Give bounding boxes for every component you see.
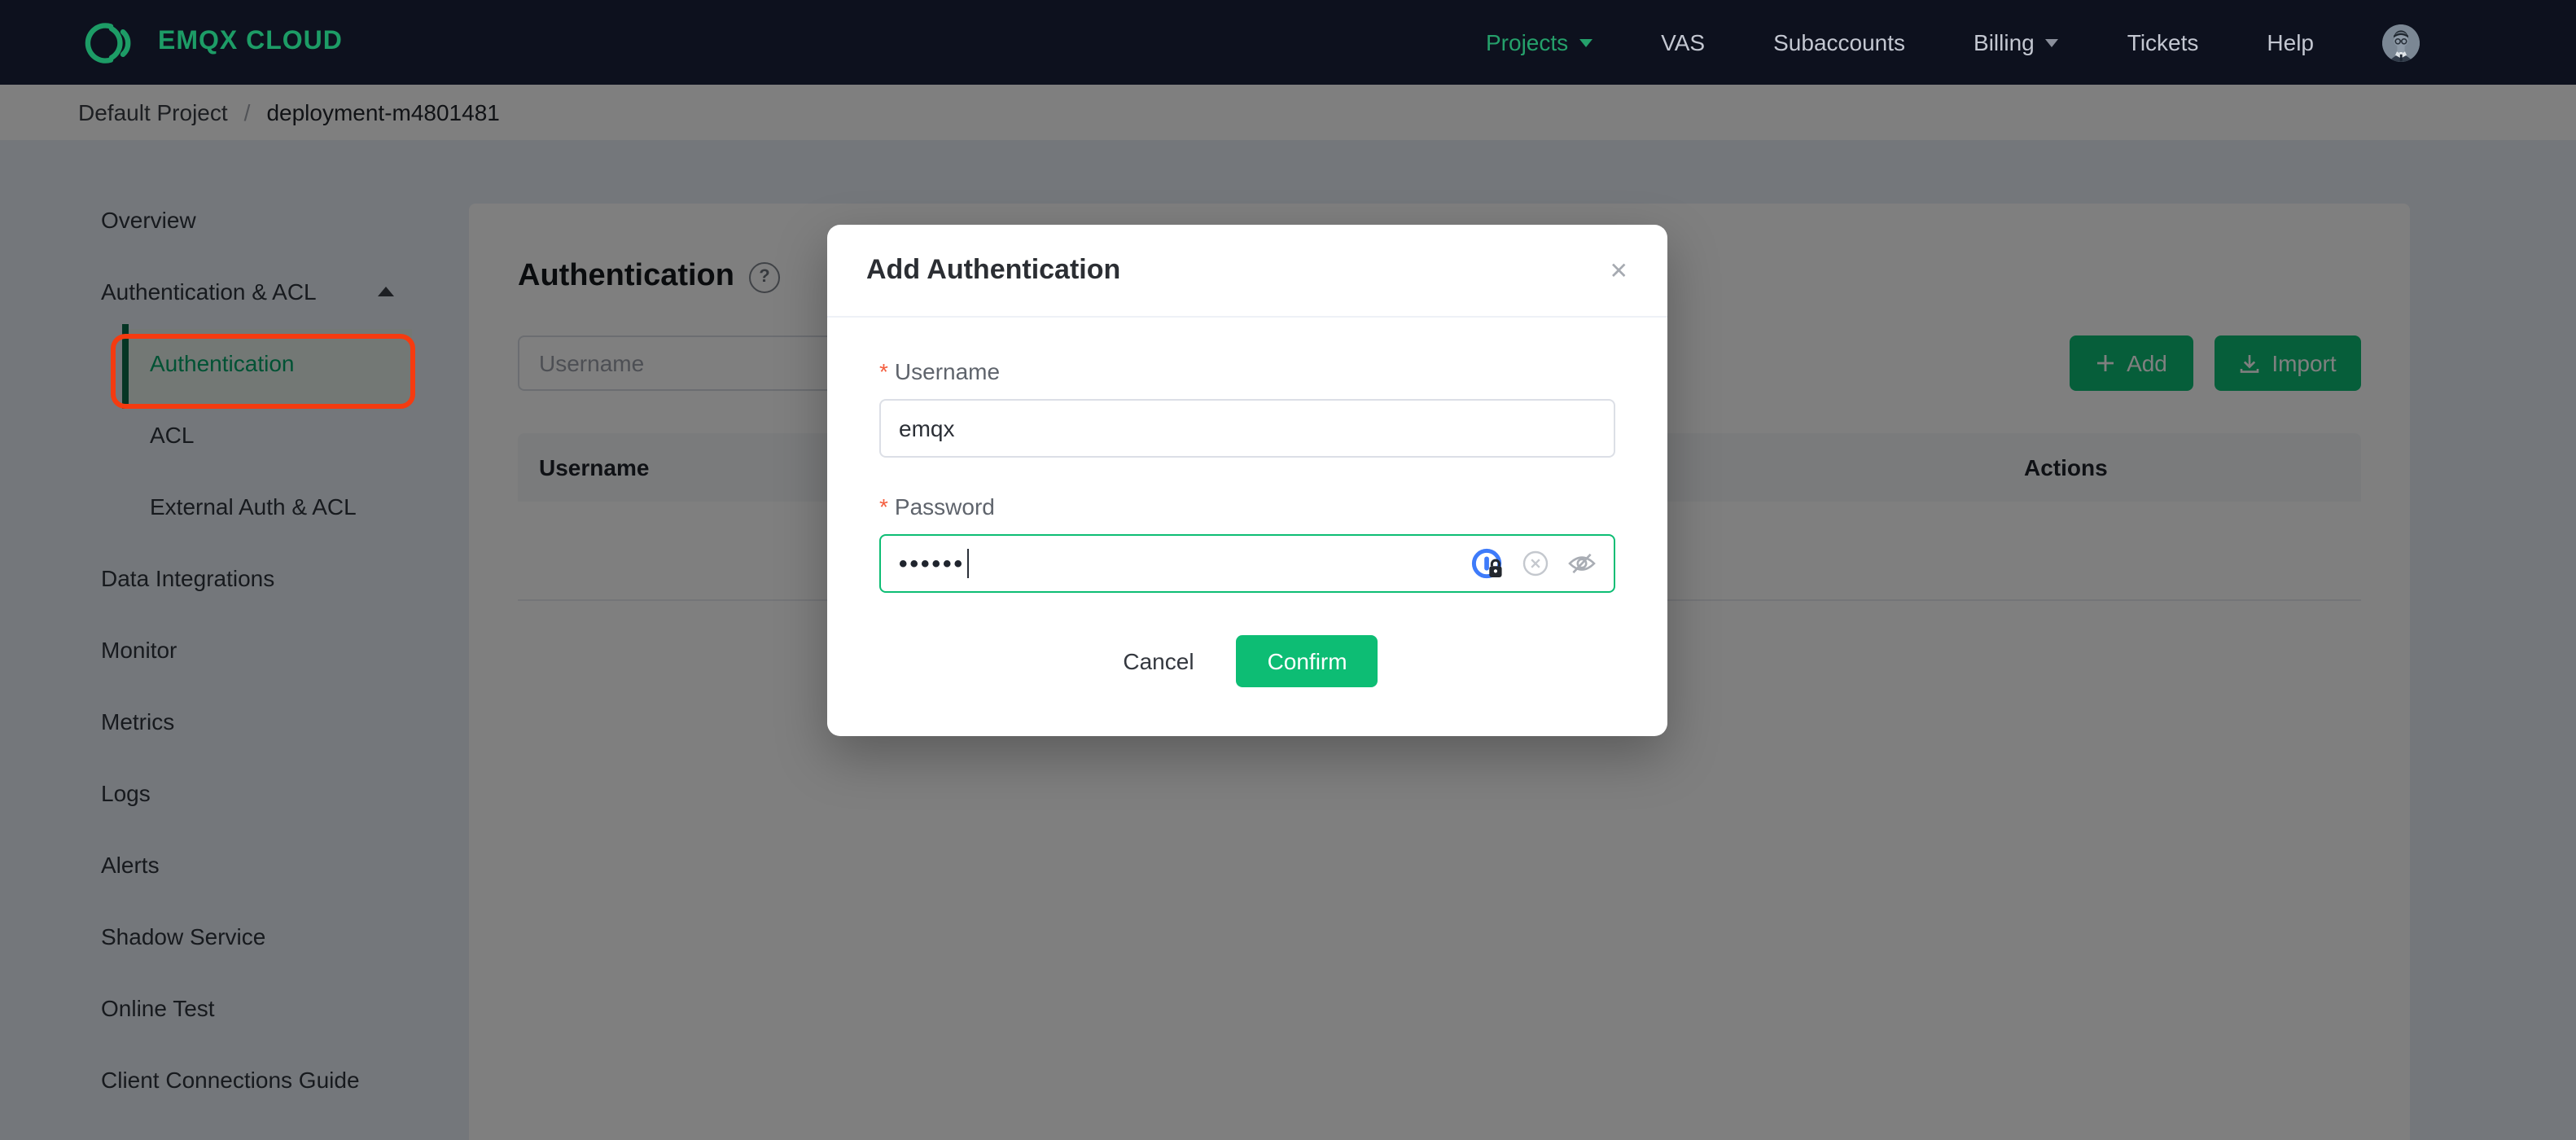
modal-header: Add Authentication ✕	[827, 225, 1667, 318]
password-field-group: * Password ••••••	[879, 493, 1615, 593]
nav-item-help[interactable]: Help	[2267, 29, 2314, 55]
emqx-logo-icon	[78, 20, 137, 64]
text-cursor	[966, 549, 970, 578]
top-navbar: EMQX CLOUD Projects VAS Subaccounts Bill…	[0, 0, 2576, 85]
onepassword-icon[interactable]	[1470, 546, 1505, 581]
required-marker: *	[879, 358, 888, 384]
close-icon[interactable]: ✕	[1603, 225, 1635, 316]
nav-item-vas[interactable]: VAS	[1661, 29, 1705, 55]
username-field-group: * Username	[879, 358, 1615, 458]
modal-body: * Username * Password ••••••	[827, 318, 1667, 736]
clear-input-icon[interactable]	[1522, 550, 1549, 577]
navbar-menu: Projects VAS Subaccounts Billing Tickets…	[1486, 24, 2420, 61]
chevron-down-icon	[2045, 38, 2059, 46]
chevron-down-icon	[1579, 38, 1593, 46]
modal-footer: Cancel Confirm	[879, 635, 1615, 736]
confirm-button[interactable]: Confirm	[1236, 635, 1378, 687]
emqx-logo[interactable]: EMQX CLOUD	[78, 20, 343, 64]
add-authentication-modal: Add Authentication ✕ * Username * Passwo…	[827, 225, 1667, 736]
eye-slash-icon[interactable]	[1566, 550, 1597, 577]
required-marker: *	[879, 493, 888, 520]
nav-item-tickets[interactable]: Tickets	[2127, 29, 2199, 55]
username-label: Username	[894, 358, 1001, 384]
password-input[interactable]: ••••••	[879, 534, 1615, 593]
emqx-cloud-console: EMQX CLOUD Projects VAS Subaccounts Bill…	[0, 0, 2576, 1140]
nav-item-subaccounts[interactable]: Subaccounts	[1773, 29, 1905, 55]
modal-title: Add Authentication	[866, 254, 1121, 285]
password-label: Password	[894, 493, 995, 520]
nav-item-projects[interactable]: Projects	[1486, 29, 1593, 55]
cancel-button[interactable]: Cancel	[1116, 638, 1200, 684]
user-avatar[interactable]	[2382, 24, 2420, 61]
nav-item-billing[interactable]: Billing	[1974, 29, 2059, 55]
emqx-logo-text: EMQX CLOUD	[158, 28, 343, 55]
password-masked-value: ••••••	[899, 550, 966, 577]
username-input[interactable]	[879, 399, 1615, 458]
